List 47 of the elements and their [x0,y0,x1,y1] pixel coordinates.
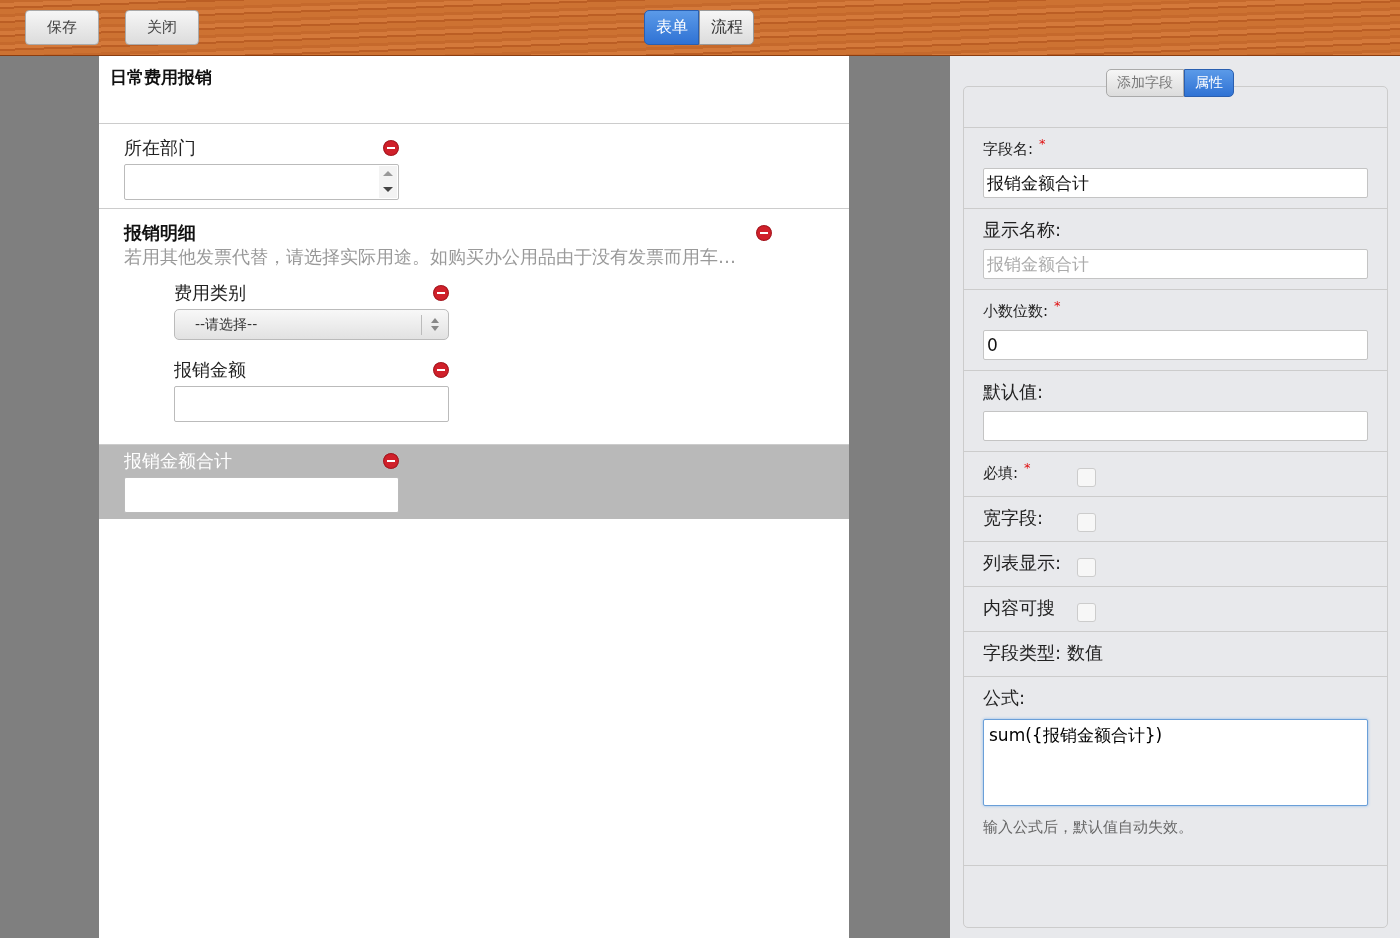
toolbar-button[interactable]: 关闭 [125,10,199,45]
property-label: 显示名称: [983,218,1062,242]
field-label: 报销金额合计 [124,449,232,473]
checkbox[interactable] [1077,468,1096,487]
form-title: 日常费用报销 [99,56,849,124]
mode-tab[interactable]: 流程 [699,10,754,45]
field-label: 所在部门 [124,136,196,160]
property-label: 字段名: [983,139,1034,159]
checkbox[interactable] [1077,603,1096,622]
panel-tab[interactable]: 添加字段 [1106,69,1184,97]
remove-icon[interactable] [383,140,399,156]
toolbar-button[interactable]: 保存 [25,10,99,45]
checkbox[interactable] [1077,513,1096,532]
number-spinner-field[interactable] [124,164,399,200]
select-field[interactable]: --请选择-- [174,309,449,340]
mode-tab[interactable]: 表单 [644,10,699,45]
required-mark: * [1024,460,1031,475]
checkbox[interactable] [1077,558,1096,577]
required-mark: * [1054,298,1061,313]
remove-icon[interactable] [433,362,449,378]
input-field[interactable]: 报销金额合计 [983,249,1368,279]
property-label: 字段类型: 数值 [983,641,1103,665]
remove-icon[interactable] [433,285,449,301]
hint-text: 输入公式后，默认值自动失效。 [983,818,1194,837]
group-description: 若用其他发票代替，请选择实际用途。如购买办公用品由于没有发票而用车… [124,245,737,269]
input-field[interactable]: 报销金额合计 [983,168,1368,198]
property-label: 小数位数: [983,301,1049,321]
property-label: 列表显示: [983,551,1062,575]
field-row[interactable]: 所在部门 [99,124,849,209]
property-label: 宽字段: [983,506,1044,530]
remove-icon[interactable] [756,225,772,241]
group-title: 报销明细 [124,221,196,245]
input-field[interactable] [124,477,399,513]
panel-tab[interactable]: 属性 [1184,69,1234,97]
property-label: 必填: [983,463,1019,483]
field-label: 报销金额 [174,358,246,382]
remove-icon[interactable] [383,453,399,469]
field-row[interactable]: 报销明细 若用其他发票代替，请选择实际用途。如购买办公用品由于没有发票而用车… 费用类别 --请选择-- 报销金额 [99,209,849,445]
property-label: 默认值: [983,380,1044,404]
input-field[interactable] [983,411,1368,441]
input-field[interactable] [174,386,449,422]
formula-field[interactable]: sum({报销金额合计}) [983,719,1368,806]
required-mark: * [1039,136,1046,151]
input-field[interactable]: 0 [983,330,1368,360]
property-label: 公式: [983,686,1026,710]
property-label: 内容可搜 [983,596,1055,620]
field-label: 费用类别 [174,281,246,305]
